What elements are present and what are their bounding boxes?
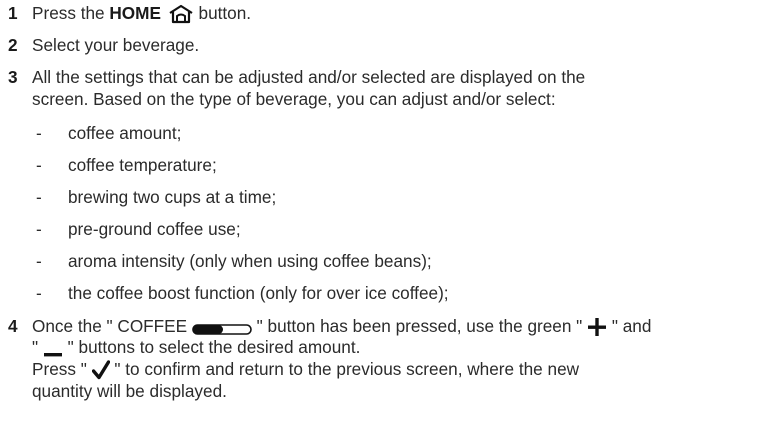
step-text-prefix: Press the	[32, 3, 110, 23]
plus-icon	[587, 318, 607, 337]
step-text: " " buttons to select the desired amount…	[32, 336, 360, 358]
step-text: quantity will be displayed.	[32, 381, 227, 401]
step-text: Press " " to confirm and return to the p…	[32, 358, 579, 380]
step-text-part: Once the " COFFEE	[32, 316, 192, 336]
step-text: screen. Based on the type of beverage, y…	[32, 89, 556, 109]
bullet-dash: -	[36, 187, 42, 207]
step-text-part: Press "	[32, 359, 92, 379]
step-number: 1	[8, 3, 18, 23]
list-item: pre-ground coffee use;	[68, 219, 241, 239]
list-item: coffee temperature;	[68, 155, 217, 175]
step-text: All the settings that can be adjusted an…	[32, 67, 586, 87]
check-icon	[91, 360, 110, 380]
home-icon	[168, 4, 194, 24]
step-text-part: " button has been pressed, use the green…	[251, 316, 588, 336]
bullet-dash: -	[36, 155, 42, 175]
step-text-part: " to confirm and return to the previous …	[109, 359, 580, 379]
step-text-part: " and	[607, 316, 652, 336]
step-number: 4	[8, 316, 18, 336]
minus-icon	[43, 343, 63, 357]
coffee-amount-bar-icon	[192, 320, 252, 336]
step-text-suffix: button.	[193, 3, 252, 23]
step-text-part: " buttons to select the desired amount.	[62, 337, 361, 357]
bullet-dash: -	[36, 251, 42, 271]
step-text: Select your beverage.	[32, 35, 200, 55]
step-number: 2	[8, 35, 18, 55]
list-item: coffee amount;	[68, 123, 182, 143]
bullet-dash: -	[36, 123, 42, 143]
step-text: Once the " COFFEE " button has been pres…	[32, 315, 651, 337]
bullet-dash: -	[36, 219, 42, 239]
list-item: brewing two cups at a time;	[68, 187, 277, 207]
list-item: aroma intensity (only when using coffee …	[68, 251, 432, 271]
step-number: 3	[8, 67, 18, 87]
step-text-part: "	[32, 337, 43, 357]
home-label: HOME	[109, 3, 161, 23]
step-text: Press the HOME button.	[32, 2, 251, 24]
list-item: the coffee boost function (only for over…	[68, 283, 449, 303]
bullet-dash: -	[36, 283, 42, 303]
